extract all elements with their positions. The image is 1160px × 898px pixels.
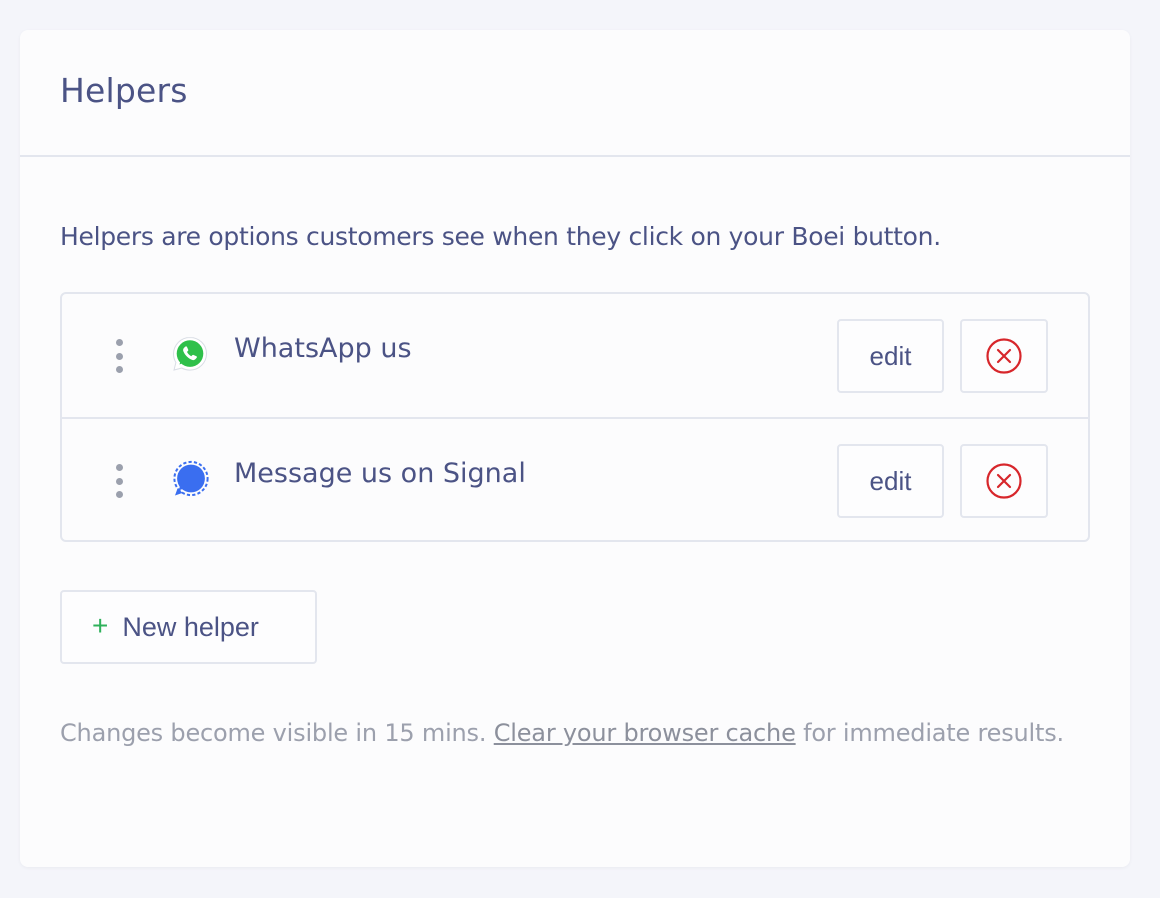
new-helper-label: New helper: [122, 611, 259, 642]
helper-row-signal: Message us on Signal edit: [62, 417, 1088, 540]
card-title: Helpers: [60, 71, 188, 110]
drag-handle-icon[interactable]: [114, 339, 124, 373]
cache-notice: Changes become visible in 15 mins. Clear…: [60, 713, 1070, 754]
card-header: Helpers: [20, 30, 1130, 157]
helper-row-whatsapp: WhatsApp us edit: [62, 294, 1088, 417]
remove-button[interactable]: [960, 444, 1048, 518]
cache-notice-text: Changes become visible in 15 mins.: [60, 719, 494, 747]
cache-notice-text-end: for immediate results.: [795, 719, 1064, 747]
signal-icon: [170, 459, 210, 499]
edit-button[interactable]: edit: [837, 319, 944, 393]
remove-circle-icon: [986, 338, 1022, 374]
edit-button[interactable]: edit: [837, 444, 944, 518]
whatsapp-icon: [170, 334, 210, 374]
remove-button[interactable]: [960, 319, 1048, 393]
helpers-card: Helpers Helpers are options customers se…: [20, 30, 1130, 867]
helper-label: WhatsApp us: [234, 333, 412, 364]
clear-cache-link[interactable]: Clear your browser cache: [494, 719, 796, 747]
remove-circle-icon: [986, 463, 1022, 499]
helper-label: Message us on Signal: [234, 458, 526, 489]
new-helper-button[interactable]: + New helper: [60, 590, 317, 664]
helper-list: WhatsApp us edit Message us on Signal ed…: [60, 292, 1090, 542]
drag-handle-icon[interactable]: [114, 464, 124, 498]
helpers-intro: Helpers are options customers see when t…: [60, 222, 941, 251]
plus-icon: +: [92, 610, 109, 641]
